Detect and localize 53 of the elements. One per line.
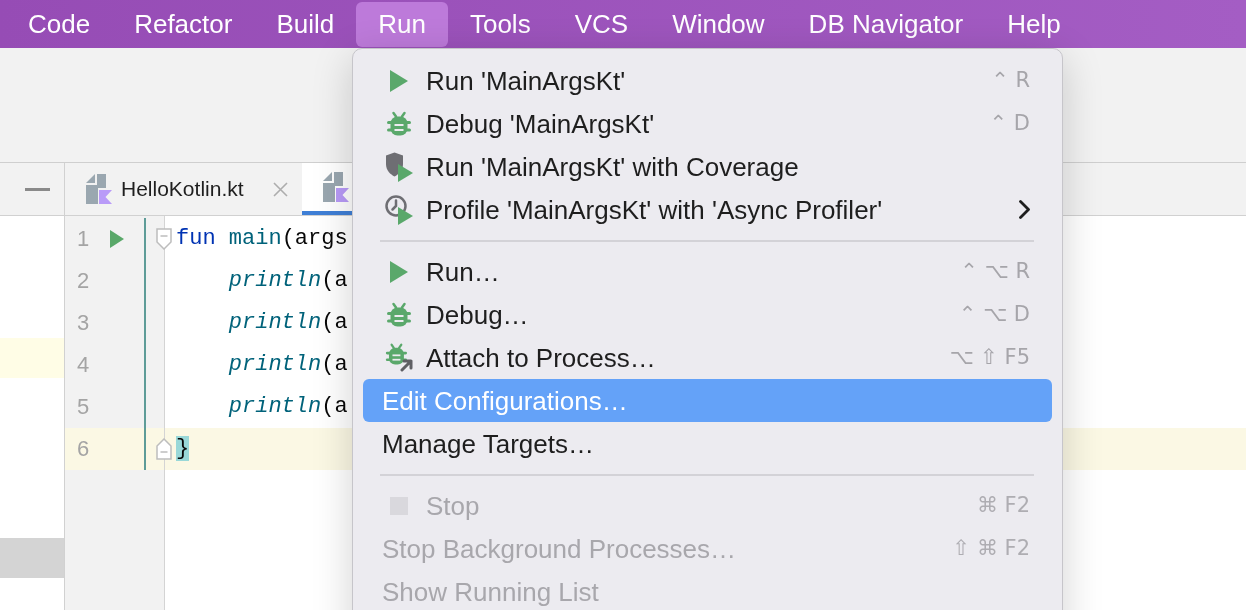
editor-tab[interactable]: HelloKotlin.kt bbox=[65, 163, 302, 215]
clock-play-icon bbox=[385, 194, 413, 225]
menu-item[interactable]: Edit Configurations… bbox=[363, 379, 1052, 422]
keyboard-shortcut: ⌃ ⌥ D bbox=[958, 304, 1030, 325]
menu-bar-item[interactable]: Refactor bbox=[112, 1, 255, 47]
menu-item[interactable]: Attach to Process… ⌥ ⇧ F5 bbox=[363, 336, 1052, 379]
menu-bar-item[interactable]: Tools bbox=[447, 1, 553, 47]
bug-icon bbox=[386, 302, 412, 327]
menu-bar-item[interactable]: Run bbox=[356, 1, 448, 47]
keyboard-shortcut: ⌘ F2 bbox=[976, 495, 1030, 516]
fold-marker-icon[interactable] bbox=[156, 228, 172, 250]
code-line: println(a bbox=[228, 309, 348, 337]
line-number: 2 bbox=[75, 270, 91, 292]
menu-bar-item[interactable]: DB Navigator bbox=[786, 1, 986, 47]
keyboard-shortcut: ⌃ R bbox=[991, 70, 1030, 91]
menu-item[interactable]: Profile 'MainArgsKt' with 'Async Profiler' bbox=[363, 188, 1052, 231]
menu-bar-item[interactable]: Window bbox=[650, 1, 787, 47]
fold-marker-icon[interactable] bbox=[156, 438, 172, 460]
code-line: println(a bbox=[228, 267, 348, 295]
menu-item[interactable]: Run 'MainArgsKt' ⌃ R bbox=[363, 59, 1052, 102]
keyboard-shortcut: ⌃ D bbox=[989, 113, 1030, 134]
bug-arrow-icon bbox=[384, 343, 414, 372]
code-line: println(a bbox=[228, 351, 348, 379]
code-line: fun main(args bbox=[176, 225, 348, 253]
menu-bar-item[interactable]: VCS bbox=[552, 1, 651, 47]
menu-item[interactable]: Manage Targets… bbox=[363, 422, 1052, 465]
minimize-icon[interactable] bbox=[25, 187, 50, 191]
line-number: 1 bbox=[75, 228, 91, 250]
kotlin-file-icon bbox=[86, 174, 112, 204]
menu-item[interactable]: Debug 'MainArgsKt' ⌃ D bbox=[363, 102, 1052, 145]
play-icon bbox=[390, 260, 408, 283]
menu-item[interactable]: Run 'MainArgsKt' with Coverage bbox=[363, 145, 1052, 188]
line-number: 6 bbox=[75, 438, 91, 460]
line-number: 4 bbox=[75, 354, 91, 376]
shield-play-icon bbox=[385, 151, 413, 182]
line-number: 5 bbox=[75, 396, 91, 418]
menu-item[interactable]: Debug… ⌃ ⌥ D bbox=[363, 293, 1052, 336]
menu-item[interactable]: Run… ⌃ ⌥ R bbox=[363, 250, 1052, 293]
panel-row-highlight bbox=[0, 338, 64, 378]
kotlin-file-icon bbox=[323, 172, 349, 202]
play-icon bbox=[390, 69, 408, 92]
line-number: 3 bbox=[75, 312, 91, 334]
keyboard-shortcut: ⇧ ⌘ F2 bbox=[952, 538, 1030, 559]
menu-bar-item[interactable]: Build bbox=[254, 1, 357, 47]
keyboard-shortcut: ⌃ ⌥ R bbox=[960, 261, 1030, 282]
editor-tab[interactable] bbox=[302, 163, 352, 215]
keyboard-shortcut: ⌥ ⇧ F5 bbox=[949, 347, 1030, 368]
code-line: println(a bbox=[228, 393, 348, 421]
menu-bar-item[interactable]: Code bbox=[6, 1, 113, 47]
bug-icon bbox=[386, 111, 412, 136]
run-icon[interactable] bbox=[110, 230, 124, 248]
close-icon[interactable] bbox=[273, 181, 288, 197]
menu-bar-item[interactable]: Help bbox=[985, 1, 1083, 47]
